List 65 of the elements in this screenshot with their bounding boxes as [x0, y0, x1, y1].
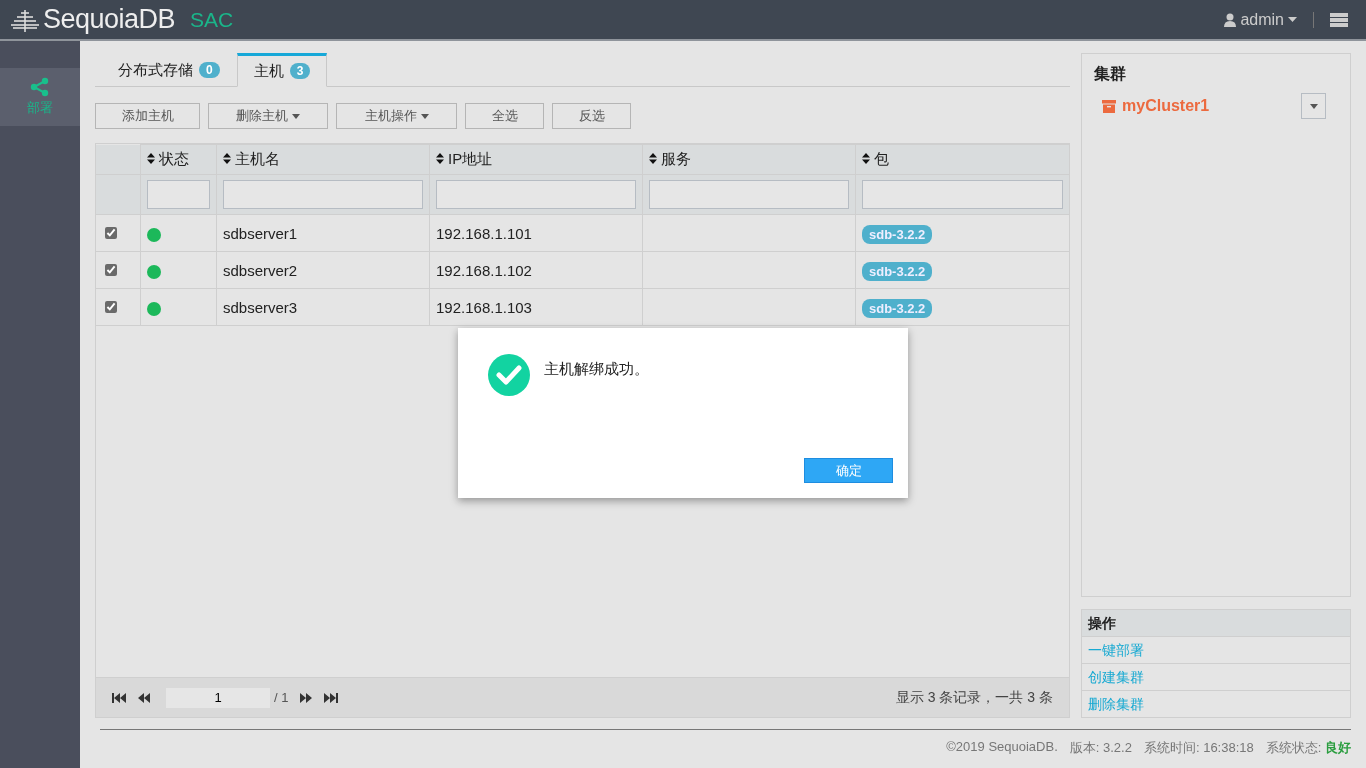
table-cell: 192.168.1.103 [436, 298, 532, 316]
user-icon [1224, 12, 1237, 27]
toolbar-button[interactable]: 反选 [552, 103, 631, 129]
share-icon [30, 77, 50, 97]
product-name: SAC [190, 7, 234, 32]
previous-page-icon[interactable] [138, 692, 150, 703]
caret-icon [420, 113, 429, 119]
system-status: 良好 [1325, 740, 1351, 755]
copyright-text: ©2019 SequoiaDB. [946, 739, 1058, 756]
server-icon[interactable] [1330, 12, 1348, 27]
page-field[interactable]: 1 [166, 687, 270, 708]
page-total: / 1 [274, 690, 289, 705]
caret-icon [292, 113, 300, 119]
filter-field[interactable] [147, 180, 210, 209]
table-cell: sdbserver1 [223, 224, 298, 242]
column-header[interactable]: 主机名 [216, 144, 430, 175]
toolbar-button[interactable]: 删除主机 [208, 103, 328, 129]
column-header[interactable]: 包 [855, 144, 1069, 175]
archive-icon [1102, 99, 1116, 113]
first-page-icon[interactable] [112, 692, 126, 703]
table-cell: sdbserver3 [223, 298, 298, 316]
tree-logo-icon [10, 7, 40, 32]
row-checkbox[interactable] [105, 263, 117, 276]
toolbar-button[interactable]: 主机操作 [336, 103, 457, 129]
next-page-icon[interactable] [300, 692, 313, 703]
row-checkbox[interactable] [105, 226, 117, 239]
system-time: 系统时间: 16:38:18 [1143, 739, 1254, 757]
panel-title: 操作 [1082, 610, 1350, 636]
logo-text: SequoiaDB [43, 4, 176, 35]
filter-field[interactable] [649, 180, 849, 209]
table-cell: 192.168.1.101 [436, 224, 532, 242]
column-header[interactable]: 服务 [642, 144, 856, 175]
dialog-message: 主机解绑成功。 [544, 360, 649, 379]
panel-title: 集群 [1094, 64, 1127, 84]
count-badge: 0 [199, 62, 220, 78]
toolbar-button[interactable]: 全选 [465, 103, 544, 129]
filter-field[interactable] [862, 180, 1063, 209]
tab[interactable]: 主机 3 [236, 53, 328, 87]
record-summary: 显示 3 条记录，一共 3 条 [895, 688, 1053, 707]
version-text: 版本: 3.2.2 [1069, 739, 1132, 757]
sort-icon [223, 153, 231, 164]
column-header[interactable]: 状态 [140, 144, 217, 175]
status-label: 系统状态: [1265, 740, 1322, 755]
row-checkbox[interactable] [105, 300, 117, 313]
caret-icon [1309, 103, 1318, 109]
sort-icon [862, 153, 870, 164]
last-page-icon[interactable] [324, 692, 339, 703]
filter-field[interactable] [436, 180, 636, 209]
column-header[interactable]: IP地址 [429, 144, 643, 175]
count-badge: 3 [289, 63, 311, 79]
filter-field[interactable] [223, 180, 423, 209]
user-menu[interactable]: admin [1224, 10, 1297, 29]
sort-icon [147, 153, 155, 164]
package-tag: sdb-3.2.2 [862, 224, 933, 244]
tab[interactable]: 分布式存储 0 [101, 53, 237, 87]
dropdown-button[interactable] [1301, 93, 1326, 119]
table-cell: 192.168.1.102 [436, 261, 532, 279]
caret-icon [1288, 17, 1297, 22]
package-tag: sdb-3.2.2 [862, 298, 933, 318]
package-tag: sdb-3.2.2 [862, 261, 933, 281]
sort-icon [436, 153, 444, 164]
toolbar-button[interactable]: 添加主机 [95, 103, 200, 129]
success-check-icon [488, 354, 530, 396]
table-cell: sdbserver2 [223, 261, 298, 279]
sort-icon [649, 153, 657, 164]
